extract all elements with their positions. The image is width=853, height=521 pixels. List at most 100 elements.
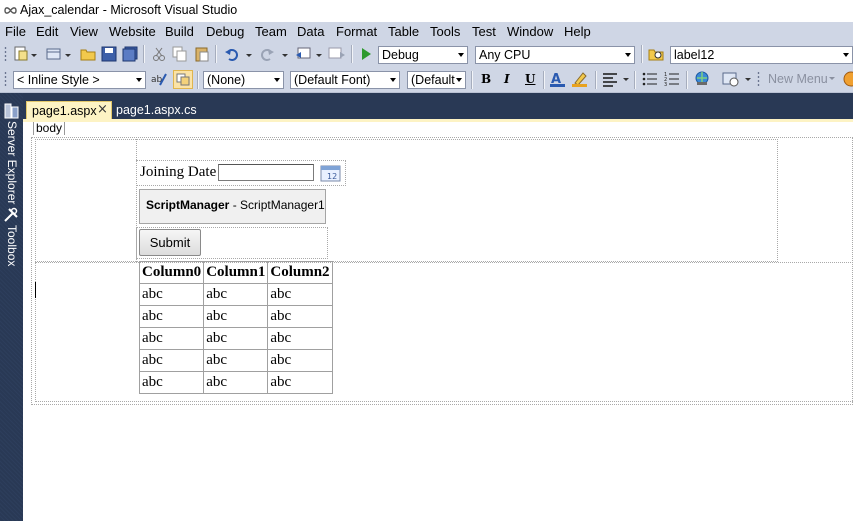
bulleted-list-icon[interactable] xyxy=(642,71,658,87)
grid-cell: abc xyxy=(203,283,269,306)
find-in-files-icon[interactable] xyxy=(648,46,664,62)
chevron-down-icon[interactable] xyxy=(31,54,37,57)
chevron-down-icon[interactable] xyxy=(623,78,629,81)
copy-icon[interactable] xyxy=(172,46,188,62)
background-color-icon[interactable] xyxy=(571,71,589,87)
chevron-down-icon[interactable] xyxy=(316,54,322,57)
close-icon[interactable]: × xyxy=(97,102,108,117)
paste-icon[interactable] xyxy=(194,46,210,62)
toolbar-grip[interactable] xyxy=(4,71,7,87)
tag-body[interactable]: body xyxy=(33,122,66,135)
solution-platform-select[interactable]: Any CPU xyxy=(475,46,635,64)
grid-column-header[interactable]: Column0 xyxy=(138,261,205,284)
menu-test[interactable]: Test xyxy=(472,24,496,39)
title-bar: Ajax_calendar - Microsoft Visual Studio xyxy=(0,0,853,22)
server-explorer-tab[interactable]: Server Explorer xyxy=(5,121,19,204)
grid-cell: abc xyxy=(138,371,205,394)
submit-button[interactable]: Submit xyxy=(139,229,201,256)
table-row: abc abc abc xyxy=(138,327,333,350)
menu-format[interactable]: Format xyxy=(336,24,377,39)
data-grid[interactable]: Column0 Column1 Column2 abc abc abc abc … xyxy=(138,261,333,394)
joining-date-input[interactable] xyxy=(218,164,314,181)
tab-page1-aspx-cs[interactable]: page1.aspx.cs xyxy=(116,103,197,117)
chevron-down-icon[interactable] xyxy=(829,77,835,80)
style-application-select[interactable]: < Inline Style > xyxy=(13,71,146,89)
align-icon[interactable] xyxy=(602,71,618,87)
table-row: abc abc abc xyxy=(138,349,333,372)
menu-build[interactable]: Build xyxy=(165,24,194,39)
bold-button[interactable]: B xyxy=(481,72,491,86)
menu-window[interactable]: Window xyxy=(507,24,553,39)
numbered-list-icon[interactable]: 123 xyxy=(664,71,680,87)
font-name-value: (Default Font) xyxy=(294,73,371,87)
open-folder-icon[interactable] xyxy=(80,46,96,62)
new-menu-label[interactable]: New Menu xyxy=(768,72,828,86)
script-manager-caption: ScriptManager - ScriptManager1 xyxy=(146,198,325,212)
menu-tools[interactable]: Tools xyxy=(430,24,460,39)
menu-debug[interactable]: Debug xyxy=(206,24,244,39)
toolbar-separator xyxy=(215,45,217,63)
menu-table[interactable]: Table xyxy=(388,24,419,39)
calendar-icon[interactable]: 12 xyxy=(320,164,342,182)
reuse-styles-icon[interactable] xyxy=(173,70,193,89)
formatting-toolbar: < Inline Style > ab (None) (Default Font… xyxy=(0,68,853,93)
redo-icon[interactable] xyxy=(259,46,275,62)
chevron-down-icon xyxy=(625,53,631,57)
chevron-down-icon[interactable] xyxy=(246,54,252,57)
font-name-select[interactable]: (Default Font) xyxy=(290,71,400,89)
menu-edit[interactable]: Edit xyxy=(36,24,58,39)
grid-cell: abc xyxy=(203,349,269,372)
new-toolbar-icon[interactable] xyxy=(843,71,853,87)
navigate-backward-icon[interactable] xyxy=(295,46,313,62)
solution-configuration-select[interactable]: Debug xyxy=(378,46,468,64)
menu-website[interactable]: Website xyxy=(109,24,156,39)
block-format-select[interactable]: (None) xyxy=(203,71,284,89)
foreground-color-icon[interactable]: A xyxy=(549,71,567,87)
italic-button[interactable]: I xyxy=(504,72,510,86)
toolbox-tab[interactable]: Toolbox xyxy=(5,225,19,266)
font-size-select[interactable]: (Default xyxy=(407,71,466,89)
menu-help[interactable]: Help xyxy=(564,24,591,39)
tab-page1-aspx[interactable]: page1.aspx × xyxy=(26,101,112,120)
chevron-down-icon[interactable] xyxy=(745,78,751,81)
navigate-forward-icon[interactable] xyxy=(328,46,346,62)
new-project-icon[interactable] xyxy=(13,46,29,62)
menu-view[interactable]: View xyxy=(70,24,98,39)
underline-button[interactable]: U xyxy=(525,72,535,86)
block-format-value: (None) xyxy=(207,73,246,87)
cut-icon[interactable] xyxy=(151,46,167,62)
menu-data[interactable]: Data xyxy=(297,24,324,39)
side-rail: Server Explorer Toolbox xyxy=(0,93,23,521)
grid-cell: abc xyxy=(138,327,205,350)
chevron-down-icon xyxy=(390,78,396,82)
style-apply-icon[interactable]: ab xyxy=(150,71,168,87)
grid-column-header[interactable]: Column2 xyxy=(267,261,333,284)
toolbar-separator xyxy=(471,71,473,89)
insert-control-icon[interactable] xyxy=(722,71,740,87)
menu-file[interactable]: File xyxy=(5,24,26,39)
grid-cell: abc xyxy=(267,371,333,394)
standard-toolbar: Debug Any CPU label12 xyxy=(0,42,853,68)
undo-icon[interactable] xyxy=(224,46,240,62)
chevron-down-icon[interactable] xyxy=(282,54,288,57)
chevron-down-icon[interactable] xyxy=(65,54,71,57)
menu-bar: File Edit View Website Build Debug Team … xyxy=(0,22,853,42)
grid-cell: abc xyxy=(203,327,269,350)
grid-cell: abc xyxy=(267,327,333,350)
find-input-value: label12 xyxy=(674,48,715,62)
hyperlink-icon[interactable] xyxy=(694,71,710,87)
start-debugging-icon[interactable] xyxy=(359,46,373,62)
save-icon[interactable] xyxy=(101,46,117,62)
grid-column-header[interactable]: Column1 xyxy=(203,261,269,284)
add-item-icon[interactable] xyxy=(46,46,62,62)
toolbox-icon[interactable] xyxy=(3,207,19,223)
calendar-icon-text: 12 xyxy=(327,172,337,181)
toolbar-grip[interactable] xyxy=(757,71,760,87)
menu-team[interactable]: Team xyxy=(255,24,287,39)
grid-cell: abc xyxy=(267,283,333,306)
toolbar-grip[interactable] xyxy=(4,46,7,62)
save-all-icon[interactable] xyxy=(122,46,138,62)
script-manager-control[interactable]: ScriptManager - ScriptManager1 xyxy=(139,189,326,224)
find-input[interactable]: label12 xyxy=(670,46,853,64)
server-explorer-icon[interactable] xyxy=(3,103,19,119)
